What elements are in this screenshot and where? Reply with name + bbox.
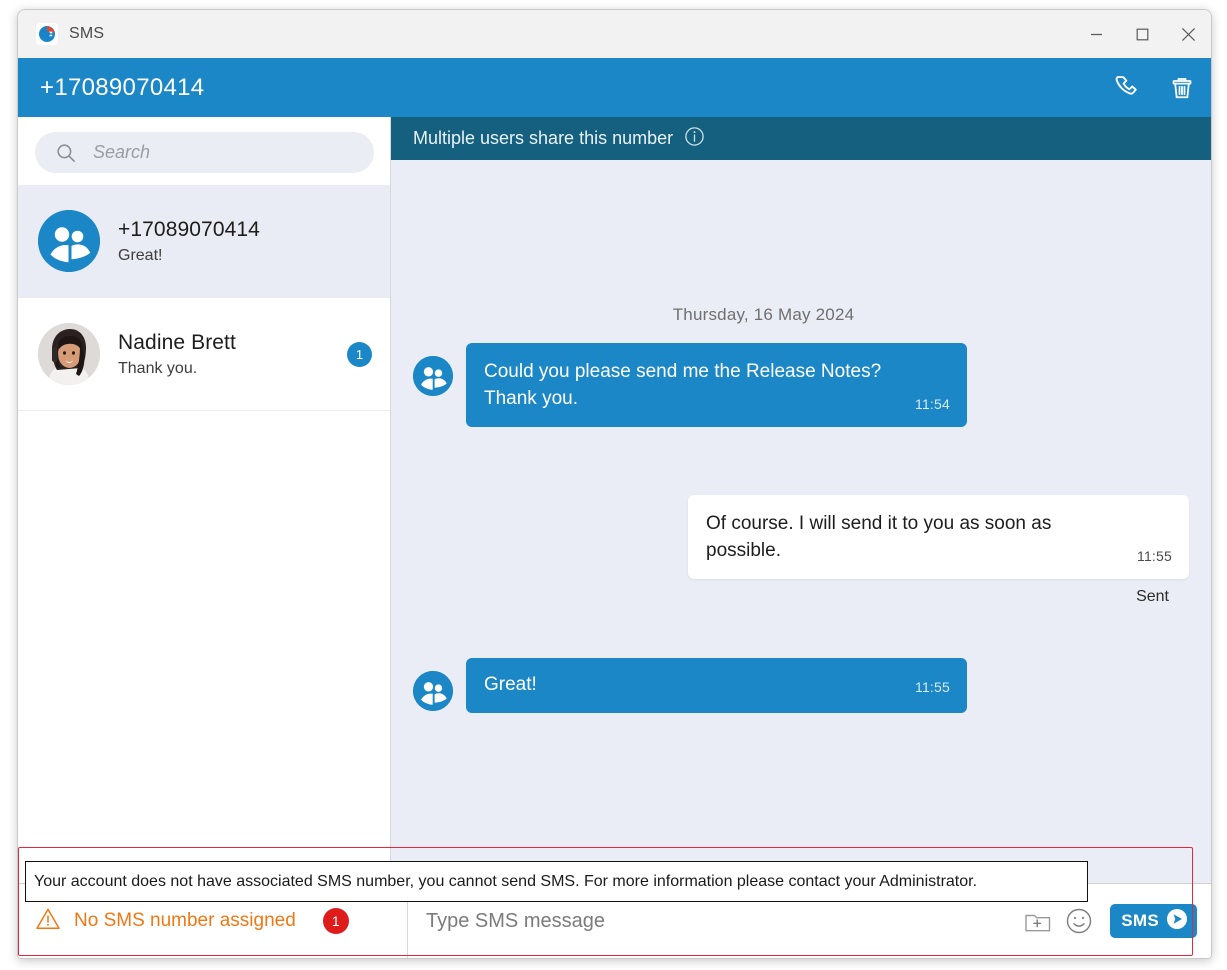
message-bubble: Of course. I will send it to you as soon… (688, 494, 1189, 579)
message-row-outgoing: Of course. I will send it to you as soon… (413, 494, 1189, 579)
message-status: Sent (1136, 587, 1169, 605)
info-icon[interactable] (684, 126, 705, 152)
chat-pane: Multiple users share this number Thursda… (391, 117, 1211, 883)
conversation-list: +17089070414 Great! Nadine Brett Thank y… (18, 185, 390, 883)
message-time: 11:55 (915, 678, 950, 695)
main-body: +17089070414 Great! (18, 117, 1211, 883)
message-bubble: Could you please send me the Release Not… (466, 343, 967, 427)
conversations-sidebar: +17089070414 Great! (18, 117, 391, 883)
emoji-smiley-icon[interactable] (1065, 907, 1093, 935)
trash-icon[interactable] (1167, 73, 1197, 103)
group-avatar-icon (413, 670, 453, 711)
add-attachment-icon[interactable] (1024, 908, 1052, 934)
search-box[interactable] (35, 132, 374, 173)
window-title-label: SMS (69, 25, 105, 42)
window-title-bar: SMS (18, 10, 1211, 58)
conversation-title: Nadine Brett (118, 330, 236, 354)
warning-triangle-icon (35, 906, 61, 937)
shared-number-text: Multiple users share this number (413, 128, 674, 148)
conversation-item-nadine-brett[interactable]: Nadine Brett Thank you. 1 (18, 298, 390, 411)
composer-icons (1024, 907, 1093, 935)
message-row-incoming: Could you please send me the Release Not… (413, 343, 1189, 427)
message-bubble: Great! 11:55 (466, 657, 967, 713)
message-time: 11:55 (1137, 548, 1172, 564)
person-photo-avatar (38, 323, 100, 385)
search-container (18, 117, 390, 185)
unread-badge: 1 (347, 341, 372, 367)
conversation-title: +17089070414 (118, 217, 260, 241)
sms-disabled-tooltip: Your account does not have associated SM… (25, 861, 1088, 902)
warning-count-badge: 1 (322, 908, 349, 934)
conversation-preview: Great! (118, 246, 163, 264)
phone-icon[interactable] (1115, 73, 1145, 103)
window-controls (1073, 10, 1211, 58)
conversation-preview: Thank you. (118, 359, 198, 377)
maximize-button[interactable] (1119, 10, 1165, 58)
conversation-item-17089070414[interactable]: +17089070414 Great! (18, 185, 390, 298)
sms-window: SMS +17089070414 Search +17089070414 Gre… (17, 9, 1212, 959)
search-input[interactable] (91, 141, 360, 164)
message-input[interactable] (422, 908, 1025, 934)
message-text: Could you please send me the Release Not… (484, 361, 882, 409)
message-text: Of course. I will send it to you as soon… (706, 512, 1052, 561)
sms-app-logo-icon (36, 23, 58, 45)
send-arrow-icon (1166, 908, 1188, 935)
send-button-label: SMS (1121, 911, 1159, 930)
minimize-button[interactable] (1073, 10, 1119, 58)
message-time: 11:54 (915, 396, 950, 413)
sms-application-screenshot: SMS +17089070414 Search +17089070414 Gre… (0, 0, 1227, 970)
date-separator: Thursday, 16 May 2024 (672, 305, 855, 324)
message-text: Great! (484, 673, 537, 695)
conversation-header: +17089070414 (18, 58, 1211, 117)
warning-label: No SMS number assigned (74, 910, 296, 931)
messages-area: Thursday, 16 May 2024 Could you please s… (391, 160, 1211, 883)
group-avatar-icon (413, 356, 453, 396)
shared-number-banner: Multiple users share this number (391, 117, 1211, 160)
conversation-text: +17089070414 Great! (118, 218, 372, 265)
group-avatar-icon (38, 210, 100, 272)
message-row-incoming: Great! 11:55 (413, 657, 1189, 713)
header-phone-number: +17089070414 (40, 73, 205, 101)
close-button[interactable] (1165, 10, 1211, 58)
send-sms-button[interactable]: SMS (1110, 904, 1197, 938)
conversation-text: Nadine Brett Thank you. (118, 331, 347, 378)
message-block-outgoing: Of course. I will send it to you as soon… (413, 494, 1189, 606)
header-actions (1115, 58, 1197, 117)
search-icon (55, 142, 77, 164)
